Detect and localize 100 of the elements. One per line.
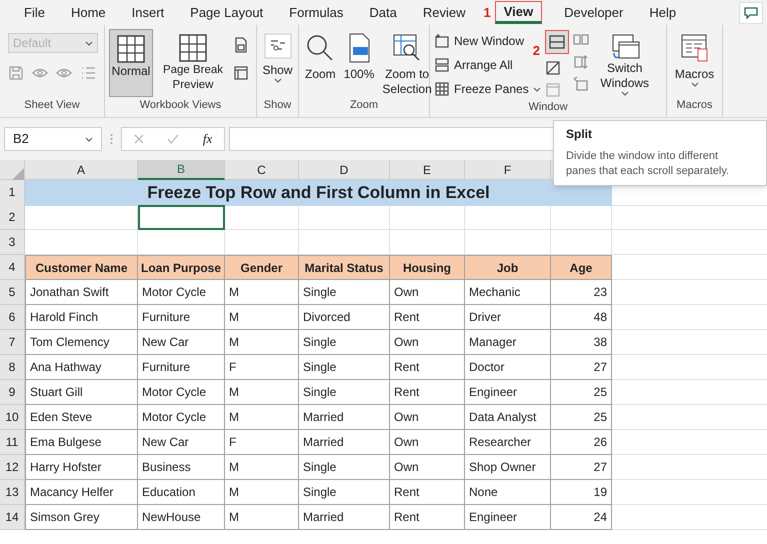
selected-cell[interactable] bbox=[138, 205, 225, 230]
empty-cell[interactable] bbox=[551, 205, 612, 230]
table-cell: Motor Cycle bbox=[138, 405, 225, 430]
column-heading: Age bbox=[551, 255, 612, 280]
switch-windows-button[interactable]: Switch Windows bbox=[592, 29, 657, 96]
group-label: Show bbox=[264, 98, 292, 112]
table-cell: Data Analyst bbox=[465, 405, 551, 430]
check-icon[interactable] bbox=[167, 134, 180, 144]
table-cell: 27 bbox=[551, 355, 612, 380]
row-header[interactable]: 3 bbox=[0, 230, 25, 255]
sheet-title: Freeze Top Row and First Column in Excel bbox=[25, 180, 612, 206]
table-cell: Own bbox=[390, 405, 465, 430]
table-cell: Married bbox=[299, 405, 390, 430]
row-header[interactable]: 5 bbox=[0, 280, 25, 305]
table-cell: Married bbox=[299, 430, 390, 455]
view-button[interactable]: Normal bbox=[109, 29, 153, 97]
table-cell: 27 bbox=[551, 455, 612, 480]
table-cell: Jonathan Swift bbox=[25, 280, 138, 305]
freeze-icon bbox=[434, 81, 450, 97]
table-cell: New Car bbox=[138, 430, 225, 455]
group-label: Window bbox=[528, 100, 568, 115]
menu-tab[interactable]: Home bbox=[62, 1, 114, 24]
menu-tab[interactable]: Developer bbox=[556, 1, 632, 24]
zoom-button[interactable]: 100% bbox=[342, 29, 376, 82]
caret-icon bbox=[532, 86, 541, 92]
menu-tab[interactable]: File bbox=[16, 1, 53, 24]
table-cell: Divorced bbox=[299, 305, 390, 330]
row-header[interactable]: 6 bbox=[0, 305, 25, 330]
table-cell: Motor Cycle bbox=[138, 280, 225, 305]
name-box[interactable]: B2 bbox=[4, 127, 102, 151]
table-cell: None bbox=[465, 480, 551, 505]
hide-icon bbox=[544, 60, 561, 76]
table-cell: Furniture bbox=[138, 355, 225, 380]
zoom-selection-icon bbox=[392, 33, 422, 63]
table-cell: Own bbox=[390, 330, 465, 355]
view-button[interactable]: Page Break Preview bbox=[157, 29, 229, 93]
row-header[interactable]: 11 bbox=[0, 430, 25, 455]
cancel-icon[interactable] bbox=[134, 134, 144, 144]
table-cell: Own bbox=[390, 430, 465, 455]
windows-icon bbox=[610, 33, 640, 61]
empty-cell[interactable] bbox=[299, 205, 390, 230]
table-cell: Own bbox=[390, 455, 465, 480]
column-heading: Gender bbox=[225, 255, 299, 280]
insert-function-button[interactable]: fx bbox=[202, 129, 212, 149]
table-cell: Tom Clemency bbox=[25, 330, 138, 355]
table-cell: M bbox=[225, 280, 299, 305]
group-label: Workbook Views bbox=[140, 98, 222, 113]
table-cell: Education bbox=[138, 480, 225, 505]
menu-tab[interactable]: Review bbox=[414, 1, 474, 24]
row-header[interactable]: 8 bbox=[0, 355, 25, 380]
row-header[interactable]: 2 bbox=[0, 205, 25, 230]
row-header[interactable]: 1 bbox=[0, 180, 25, 206]
empty-cell[interactable] bbox=[225, 205, 299, 230]
row-header[interactable]: 7 bbox=[0, 330, 25, 355]
table-cell: Ema Bulgese bbox=[25, 430, 138, 455]
window-button[interactable]: Freeze Panes bbox=[434, 79, 541, 99]
macros-button[interactable]: Macros bbox=[671, 29, 718, 87]
column-header[interactable]: B bbox=[138, 160, 225, 180]
table-cell: M bbox=[225, 330, 299, 355]
table-cell: Motor Cycle bbox=[138, 380, 225, 405]
table-cell: 38 bbox=[551, 330, 612, 355]
caret-icon bbox=[85, 136, 93, 142]
menu-tab[interactable]: Page Layout bbox=[182, 1, 272, 24]
table-cell: Own bbox=[390, 280, 465, 305]
column-heading: Customer Name bbox=[25, 255, 138, 280]
caret-icon bbox=[85, 40, 93, 46]
table-cell: Stuart Gill bbox=[25, 380, 138, 405]
zoom-button[interactable]: Zoom to Selection bbox=[380, 29, 434, 97]
table-cell: M bbox=[225, 480, 299, 505]
table-cell: M bbox=[225, 305, 299, 330]
table-cell: Manager bbox=[465, 330, 551, 355]
table-cell: M bbox=[225, 505, 299, 530]
unhide-icon bbox=[544, 82, 561, 98]
menu-tab[interactable]: Formulas bbox=[281, 1, 352, 24]
row-header[interactable]: 4 bbox=[0, 255, 25, 280]
row-header[interactable]: 10 bbox=[0, 405, 25, 430]
table-cell: M bbox=[225, 380, 299, 405]
menu-tab[interactable]: Help bbox=[641, 1, 684, 24]
row-header[interactable]: 13 bbox=[0, 480, 25, 505]
row-header[interactable]: 12 bbox=[0, 455, 25, 480]
split-button[interactable] bbox=[544, 30, 569, 54]
table-cell: Rent bbox=[390, 380, 465, 405]
empty-cell[interactable] bbox=[465, 205, 551, 230]
menu-tab[interactable]: Data bbox=[361, 1, 405, 24]
empty-cell[interactable] bbox=[390, 205, 465, 230]
reset-position-icon bbox=[572, 76, 589, 92]
show-button[interactable]: Show bbox=[261, 29, 294, 83]
caret-icon bbox=[274, 78, 282, 83]
layout-icon bbox=[233, 65, 249, 81]
row-header[interactable]: 14 bbox=[0, 505, 25, 530]
table-cell: Business bbox=[138, 455, 225, 480]
comment-icon[interactable] bbox=[744, 6, 758, 18]
row-header[interactable]: 9 bbox=[0, 380, 25, 405]
table-cell: Rent bbox=[390, 505, 465, 530]
menu-tab[interactable]: Insert bbox=[124, 1, 172, 24]
table-cell: F bbox=[225, 355, 299, 380]
table-cell: Rent bbox=[390, 355, 465, 380]
column-heading: Loan Purpose bbox=[138, 255, 225, 280]
zoom-button[interactable]: Zoom bbox=[303, 29, 338, 82]
table-cell: Eden Steve bbox=[25, 405, 138, 430]
